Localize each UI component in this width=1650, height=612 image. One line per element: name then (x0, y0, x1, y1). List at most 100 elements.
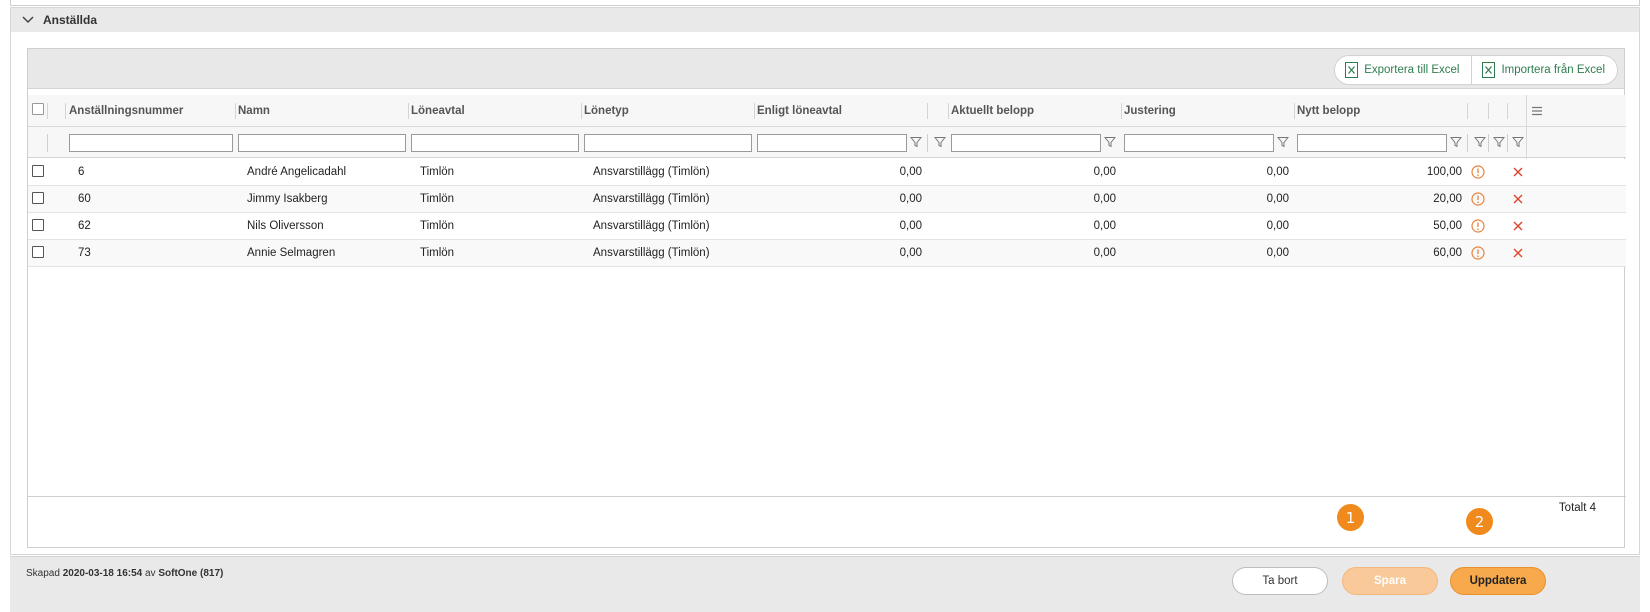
filter-new-amount-input[interactable] (1297, 134, 1447, 152)
filter-adjustment-input[interactable] (1124, 134, 1274, 152)
row-checkbox[interactable] (32, 219, 44, 231)
total-count: Totalt 4 (1558, 502, 1596, 514)
action-bar: Skapad 2020-03-18 16:54 av SoftOne (817)… (10, 556, 1640, 612)
export-excel-label: Exportera till Excel (1364, 64, 1460, 76)
table-row[interactable]: 6 André Angelicadahl Timlön Ansvarstillä… (28, 159, 1626, 186)
filter-icon[interactable] (1104, 136, 1116, 148)
delete-icon[interactable] (1512, 247, 1524, 259)
chevron-down-icon[interactable] (21, 13, 35, 27)
filter-icon[interactable] (1512, 136, 1524, 148)
cell-new-amount: 60,00 (1433, 247, 1462, 259)
created-date: 2020-03-18 16:54 (62, 568, 143, 579)
column-separator (47, 103, 48, 119)
column-header-agreement[interactable]: Löneavtal (411, 95, 465, 127)
column-header-by-agreement[interactable]: Enligt löneavtal (757, 95, 842, 127)
column-separator (408, 103, 409, 119)
cell-empno: 60 (78, 193, 91, 205)
column-separator (1467, 103, 1468, 119)
cell-name: Jimmy Isakberg (247, 193, 328, 205)
cell-current: 0,00 (1093, 247, 1116, 259)
filter-icon[interactable] (934, 136, 946, 148)
grid-toolbar: Exportera till Excel Importera från Exce… (28, 49, 1624, 89)
cell-empno: 62 (78, 220, 91, 232)
created-by: SoftOne (817) (158, 568, 224, 579)
select-all-checkbox[interactable] (32, 103, 44, 115)
cell-wagetype: Ansvarstillägg (Timlön) (593, 193, 710, 205)
column-separator (581, 103, 582, 119)
column-header-current[interactable]: Aktuellt belopp (951, 95, 1034, 127)
created-prefix: Skapad (26, 568, 60, 579)
export-excel-button[interactable]: Exportera till Excel (1335, 56, 1471, 84)
top-divider (10, 0, 1640, 6)
filter-by-agreement-input[interactable] (757, 134, 907, 152)
import-excel-button[interactable]: Importera från Excel (1471, 56, 1617, 84)
column-separator (235, 103, 236, 119)
column-header-wagetype[interactable]: Lönetyp (584, 95, 629, 127)
column-separator (927, 103, 928, 119)
delete-button[interactable]: Ta bort (1232, 567, 1328, 595)
column-header-name[interactable]: Namn (238, 95, 270, 127)
filter-wagetype-input[interactable] (584, 134, 752, 152)
info-icon[interactable] (1471, 219, 1485, 233)
column-separator (927, 134, 928, 152)
step-badge-1: 1 (1337, 504, 1364, 531)
filter-name-input[interactable] (238, 134, 406, 152)
cell-name: André Angelicadahl (247, 166, 347, 178)
filter-icon[interactable] (1450, 136, 1462, 148)
table-row[interactable]: 62 Nils Oliversson Timlön Ansvarstillägg… (28, 213, 1626, 240)
excel-button-group: Exportera till Excel Importera från Exce… (1334, 55, 1618, 85)
column-header-adjustment[interactable]: Justering (1124, 95, 1176, 127)
table-row[interactable]: 73 Annie Selmagren Timlön Ansvarstillägg… (28, 240, 1626, 267)
row-checkbox[interactable] (32, 192, 44, 204)
column-separator (47, 134, 48, 152)
cell-agreement: Timlön (420, 193, 455, 205)
cell-current: 0,00 (1093, 220, 1116, 232)
column-menu-icon[interactable] (1531, 105, 1543, 117)
cell-wagetype: Ansvarstillägg (Timlön) (593, 166, 710, 178)
employees-grid: Exportera till Excel Importera från Exce… (27, 48, 1626, 548)
cell-empno: 73 (78, 247, 91, 259)
created-by-word: av (145, 568, 156, 579)
delete-icon[interactable] (1512, 220, 1524, 232)
cell-by-agreement: 0,00 (899, 220, 922, 232)
cell-wagetype: Ansvarstillägg (Timlön) (593, 247, 710, 259)
filter-icon[interactable] (1493, 136, 1505, 148)
grid-body: 6 André Angelicadahl Timlön Ansvarstillä… (28, 159, 1626, 267)
save-button[interactable]: Spara (1342, 567, 1438, 595)
cell-name: Nils Oliversson (247, 220, 324, 232)
filter-icon[interactable] (1474, 136, 1486, 148)
cell-adjustment: 0,00 (1266, 220, 1289, 232)
panel-title: Anställda (43, 13, 98, 27)
delete-icon[interactable] (1512, 193, 1524, 205)
cell-current: 0,00 (1093, 193, 1116, 205)
info-icon[interactable] (1471, 192, 1485, 206)
grid-header-row: Anställningsnummer Namn Löneavtal Lönety… (28, 95, 1626, 127)
column-header-empno[interactable]: Anställningsnummer (69, 95, 183, 127)
update-button[interactable]: Uppdatera (1450, 567, 1546, 595)
info-icon[interactable] (1471, 165, 1485, 179)
column-header-new-amount[interactable]: Nytt belopp (1297, 95, 1360, 127)
panel-header[interactable]: Anställda (11, 8, 1639, 32)
info-icon[interactable] (1471, 246, 1485, 260)
row-checkbox[interactable] (32, 165, 44, 177)
cell-wagetype: Ansvarstillägg (Timlön) (593, 220, 710, 232)
cell-agreement: Timlön (420, 220, 455, 232)
filter-icon[interactable] (1277, 136, 1289, 148)
column-separator (754, 103, 755, 119)
cell-by-agreement: 0,00 (899, 247, 922, 259)
filter-icon[interactable] (910, 136, 922, 148)
cell-agreement: Timlön (420, 247, 455, 259)
cell-name: Annie Selmagren (247, 247, 336, 259)
row-checkbox[interactable] (32, 246, 44, 258)
import-excel-label: Importera från Excel (1501, 64, 1605, 76)
filter-current-input[interactable] (951, 134, 1101, 152)
cell-new-amount: 20,00 (1433, 193, 1462, 205)
grid-footer: Totalt 4 (28, 496, 1626, 520)
cell-by-agreement: 0,00 (899, 166, 922, 178)
filter-empno-input[interactable] (69, 134, 233, 152)
filter-agreement-input[interactable] (411, 134, 579, 152)
delete-icon[interactable] (1512, 166, 1524, 178)
table-row[interactable]: 60 Jimmy Isakberg Timlön Ansvarstillägg … (28, 186, 1626, 213)
cell-current: 0,00 (1093, 166, 1116, 178)
column-separator (1121, 103, 1122, 119)
